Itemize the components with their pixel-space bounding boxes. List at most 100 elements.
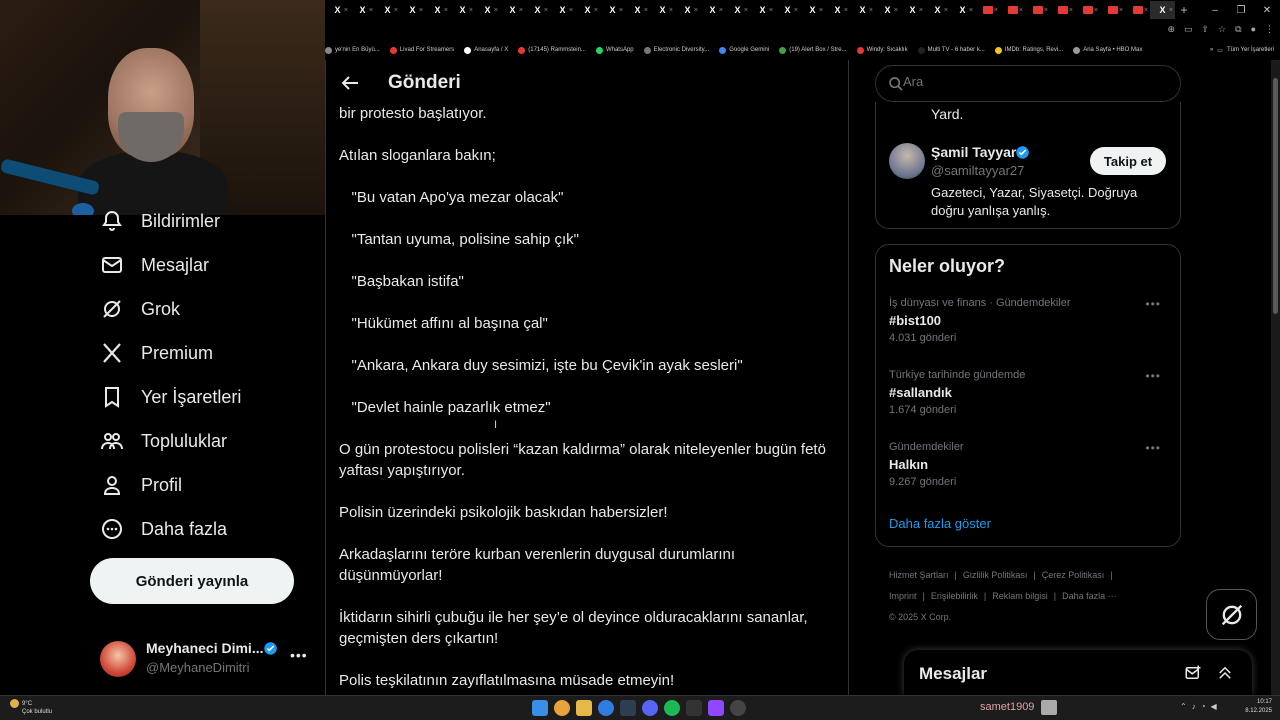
browser-tab[interactable]: × [1125,1,1150,19]
browser-tab[interactable]: X × [775,1,800,19]
minimize-icon[interactable]: – [1202,0,1228,20]
tab-close-icon[interactable]: × [944,7,948,14]
tab-close-icon[interactable]: × [1019,7,1023,14]
tab-close-icon[interactable]: × [769,7,773,14]
grok-button[interactable] [1206,589,1257,640]
bookmark-item[interactable]: ye'nin En Büyü... [325,46,380,54]
account-more-icon[interactable]: ••• [290,647,308,663]
tab-close-icon[interactable]: × [1044,7,1048,14]
bookmark-item[interactable]: Ana Sayfa • HBO Max [1073,46,1142,54]
nav-item-notifications[interactable]: Bildirimler [100,201,220,241]
volume-icon[interactable]: ◀ [1211,702,1217,711]
tab-close-icon[interactable]: × [594,7,598,14]
footer-link[interactable]: Reklam bilgisi [992,591,1048,601]
all-bookmarks-folder[interactable]: » ▭ Tüm Yer İşaretleri [1210,40,1274,60]
obs-icon[interactable] [708,700,724,716]
bookmark-item[interactable]: Anasayfa / X [464,46,508,54]
browser-tab[interactable]: × [1000,1,1025,19]
browser-tab[interactable]: X × [575,1,600,19]
new-tab-button[interactable]: + [1175,3,1193,17]
tab-close-icon[interactable]: × [869,7,873,14]
tab-close-icon[interactable]: × [994,7,998,14]
browser-tab[interactable]: X × [700,1,725,19]
tab-close-icon[interactable]: × [1119,7,1123,14]
browser-tab[interactable]: X × [950,1,975,19]
tab-close-icon[interactable]: × [844,7,848,14]
browser-tab[interactable]: × [1100,1,1125,19]
browser-tab[interactable]: X × [525,1,550,19]
show-more-link[interactable]: Daha fazla göster [889,516,991,531]
tab-close-icon[interactable]: × [394,7,398,14]
bookmarks-overflow-icon[interactable]: » [1210,47,1213,53]
browser-tab[interactable]: X × [925,1,950,19]
search-input[interactable] [903,74,1163,89]
browser-tab[interactable]: X × [750,1,775,19]
cast-icon[interactable]: ▭ [1184,24,1193,35]
new-message-icon[interactable] [1184,664,1202,682]
trend-more-icon[interactable]: ••• [1145,297,1161,311]
footer-link[interactable]: © 2025 X Corp. [889,612,951,622]
tab-close-icon[interactable]: × [819,7,823,14]
network-icon[interactable]: ◔ [1201,702,1206,711]
bookmark-item[interactable]: (19) Alert Box / Stre... [779,46,847,54]
app-icon[interactable] [730,700,746,716]
browser-tab[interactable]: × [1050,1,1075,19]
tab-close-icon[interactable]: × [1169,7,1173,14]
scrollbar-thumb[interactable] [1273,78,1278,314]
discord-icon[interactable] [642,700,658,716]
edge-icon[interactable] [598,700,614,716]
mic-icon[interactable]: ♪ [1192,702,1196,711]
tab-close-icon[interactable]: × [444,7,448,14]
file-explorer-icon[interactable] [576,700,592,716]
tab-close-icon[interactable]: × [369,7,373,14]
browser-tab[interactable]: X × [600,1,625,19]
close-icon[interactable]: ✕ [1254,0,1280,20]
tab-close-icon[interactable]: × [794,7,798,14]
follow-button[interactable]: Takip et [1090,147,1166,175]
browser-tab[interactable]: X × [325,1,350,19]
footer-link[interactable]: Erişilebilirlik [931,591,978,601]
browser-tab[interactable]: X × [375,1,400,19]
nav-item-more[interactable]: Daha fazla [100,509,227,549]
extensions-icon[interactable]: ⧉ [1235,24,1241,35]
bookmark-item[interactable]: Electronic Diversity... [643,46,709,54]
browser-tab[interactable]: X × [500,1,525,19]
messages-drawer[interactable]: Mesajlar [904,650,1252,695]
maximize-icon[interactable]: ❐ [1228,0,1254,20]
browser-tab[interactable]: X × [675,1,700,19]
tab-close-icon[interactable]: × [969,7,973,14]
system-tray[interactable]: ⌃ ♪ ◔ ◀ [1180,702,1217,711]
post-button[interactable]: Gönderi yayınla [90,558,294,604]
tab-close-icon[interactable]: × [919,7,923,14]
browser-tab[interactable]: × [1025,1,1050,19]
browser-tab[interactable]: X × [425,1,450,19]
tab-close-icon[interactable]: × [419,7,423,14]
menu-icon[interactable]: ⋮ [1265,24,1274,35]
nav-item-communities[interactable]: Topluluklar [100,421,227,461]
tab-close-icon[interactable]: × [1094,7,1098,14]
tab-close-icon[interactable]: × [719,7,723,14]
browser-tab[interactable]: X × [1150,1,1175,19]
tab-close-icon[interactable]: × [744,7,748,14]
browser-tab[interactable]: × [1075,1,1100,19]
tab-close-icon[interactable]: × [1144,7,1148,14]
browser-tab[interactable]: X × [475,1,500,19]
tab-close-icon[interactable]: × [894,7,898,14]
bookmark-item[interactable]: Windy: Sıcaklık [856,46,908,54]
share-icon[interactable]: ⇪ [1202,24,1210,35]
taskbar-clock[interactable]: 10:17 8.12.2025 [1242,698,1272,716]
tab-close-icon[interactable]: × [494,7,498,14]
nav-item-grok[interactable]: Grok [100,289,180,329]
browser-tab[interactable]: X × [350,1,375,19]
browser-tab[interactable]: X × [650,1,675,19]
browser-tab[interactable]: X × [825,1,850,19]
browser-tab[interactable]: X × [725,1,750,19]
expand-up-icon[interactable] [1216,664,1234,682]
trend-item[interactable]: İş dünyası ve finans · Gündemdekiler #bi… [889,297,1169,357]
page-scrollbar[interactable] [1271,60,1280,695]
bookmark-item[interactable]: Google Gemini [719,46,769,54]
weather-widget[interactable]: 9°C Çok bulutlu [10,699,52,716]
browser-tab[interactable]: X × [450,1,475,19]
nav-item-premium[interactable]: Premium [100,333,213,373]
bookmark-item[interactable]: (17145) Rammstein... [518,46,586,54]
